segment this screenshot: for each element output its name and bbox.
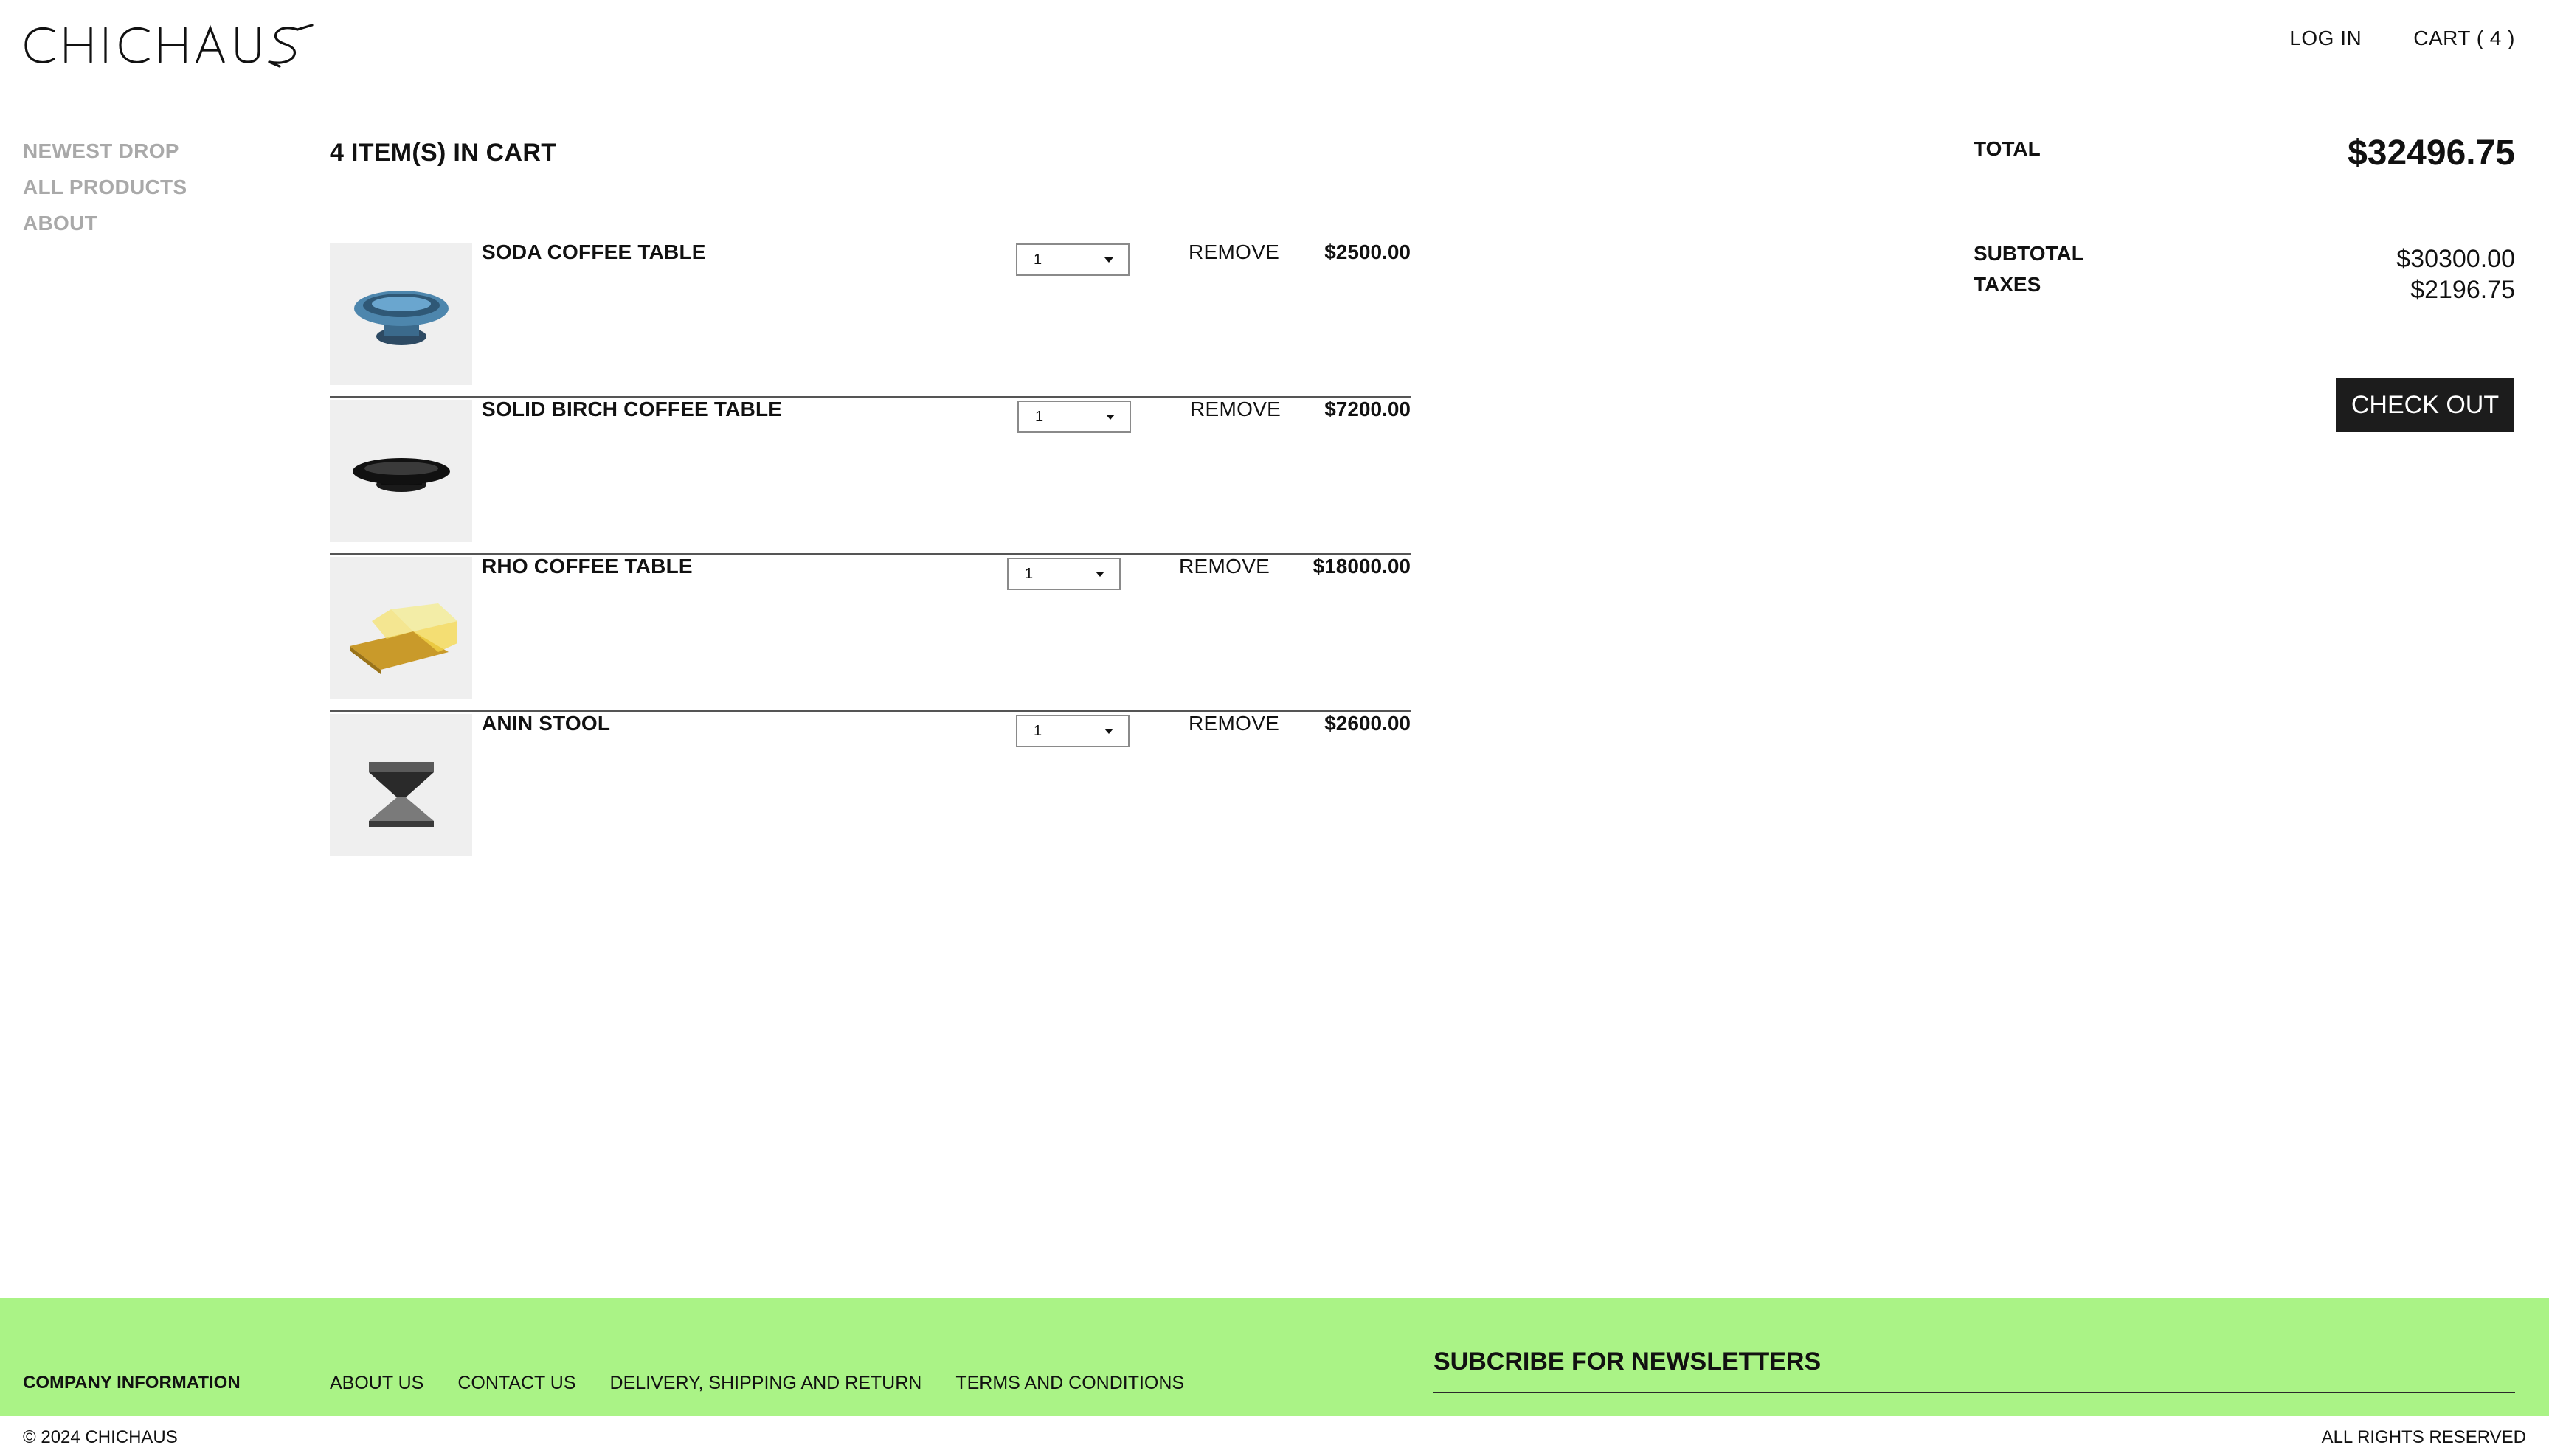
sidebar-item-about[interactable]: ABOUT <box>23 212 187 234</box>
quantity-value: 1 <box>1025 565 1034 582</box>
footer: COMPANY INFORMATION ABOUT US CONTACT US … <box>0 1298 2549 1416</box>
total-label: TOTAL <box>1974 137 2041 160</box>
item-name[interactable]: RHO COFFEE TABLE <box>482 555 693 578</box>
newsletter-email-input[interactable] <box>1433 1392 2515 1393</box>
quantity-value: 1 <box>1035 408 1044 425</box>
item-price: $2500.00 <box>1324 240 1411 263</box>
product-image[interactable] <box>330 557 472 699</box>
quantity-select[interactable]: 1 <box>1007 558 1121 590</box>
chevron-down-icon <box>1104 257 1113 263</box>
header-nav: LOG IN CART ( 4 ) <box>2289 27 2515 50</box>
product-image[interactable] <box>330 243 472 385</box>
item-name[interactable]: SODA COFFEE TABLE <box>482 240 706 264</box>
x-stool-icon <box>368 761 434 827</box>
sidebar-item-newest-drop[interactable]: NEWEST DROP <box>23 140 187 162</box>
quantity-value: 1 <box>1034 722 1042 739</box>
cart-item: SODA COFFEE TABLE 1 REMOVE $2500.00 <box>330 240 1411 398</box>
item-name[interactable]: ANIN STOOL <box>482 712 610 735</box>
cart-heading: 4 ITEM(S) IN CART <box>330 139 557 167</box>
taxes-value: $2196.75 <box>2410 276 2515 304</box>
cart-item: RHO COFFEE TABLE 1 REMOVE $18000.00 <box>330 555 1411 712</box>
quantity-select[interactable]: 1 <box>1016 715 1130 747</box>
product-image[interactable] <box>330 400 472 542</box>
total-value: $32496.75 <box>2348 134 2515 173</box>
black-disc-table-icon <box>352 457 450 492</box>
rights-text: ALL RIGHTS RESERVED <box>2321 1427 2526 1447</box>
remove-button[interactable]: REMOVE <box>1189 240 1279 264</box>
logo[interactable] <box>23 22 314 68</box>
cart-item: ANIN STOOL 1 REMOVE $2600.00 <box>330 712 1411 869</box>
footer-links: ABOUT US CONTACT US DELIVERY, SHIPPING A… <box>330 1373 1184 1394</box>
checkout-button[interactable]: CHECK OUT <box>2336 378 2514 432</box>
cart-item: SOLID BIRCH COFFEE TABLE 1 REMOVE $7200.… <box>330 398 1411 555</box>
blue-oval-table-icon <box>353 290 449 345</box>
amber-glass-table-icon <box>349 603 457 674</box>
footer-link-contact-us[interactable]: CONTACT US <box>457 1373 575 1394</box>
subtotal-label: SUBTOTAL <box>1974 242 2084 265</box>
sidebar-item-all-products[interactable]: ALL PRODUCTS <box>23 176 187 198</box>
company-information-heading: COMPANY INFORMATION <box>23 1373 241 1393</box>
taxes-label: TAXES <box>1974 273 2041 296</box>
subtotal-value: $30300.00 <box>2396 245 2515 273</box>
footer-link-about-us[interactable]: ABOUT US <box>330 1373 423 1394</box>
remove-button[interactable]: REMOVE <box>1189 712 1279 735</box>
quantity-select[interactable]: 1 <box>1016 243 1130 276</box>
item-name[interactable]: SOLID BIRCH COFFEE TABLE <box>482 398 782 421</box>
remove-button[interactable]: REMOVE <box>1190 398 1281 421</box>
quantity-value: 1 <box>1034 251 1042 268</box>
newsletter-heading: SUBCRIBE FOR NEWSLETTERS <box>1433 1348 1822 1376</box>
item-price: $7200.00 <box>1324 398 1411 420</box>
copyright-text: © 2024 CHICHAUS <box>23 1427 178 1447</box>
login-link[interactable]: LOG IN <box>2289 27 2362 50</box>
quantity-select[interactable]: 1 <box>1017 401 1131 433</box>
chevron-down-icon <box>1104 728 1113 734</box>
product-image[interactable] <box>330 714 472 856</box>
remove-button[interactable]: REMOVE <box>1179 555 1270 578</box>
chevron-down-icon <box>1106 414 1115 420</box>
item-price: $2600.00 <box>1324 712 1411 735</box>
cart-link[interactable]: CART ( 4 ) <box>2413 27 2515 50</box>
cart-list: SODA COFFEE TABLE 1 REMOVE $2500.00 SOLI… <box>330 240 1411 869</box>
sidebar: NEWEST DROP ALL PRODUCTS ABOUT <box>23 140 187 234</box>
chevron-down-icon <box>1096 571 1104 577</box>
footer-link-terms[interactable]: TERMS AND CONDITIONS <box>955 1373 1184 1394</box>
item-price: $18000.00 <box>1312 555 1411 578</box>
footer-link-delivery[interactable]: DELIVERY, SHIPPING AND RETURN <box>610 1373 922 1394</box>
